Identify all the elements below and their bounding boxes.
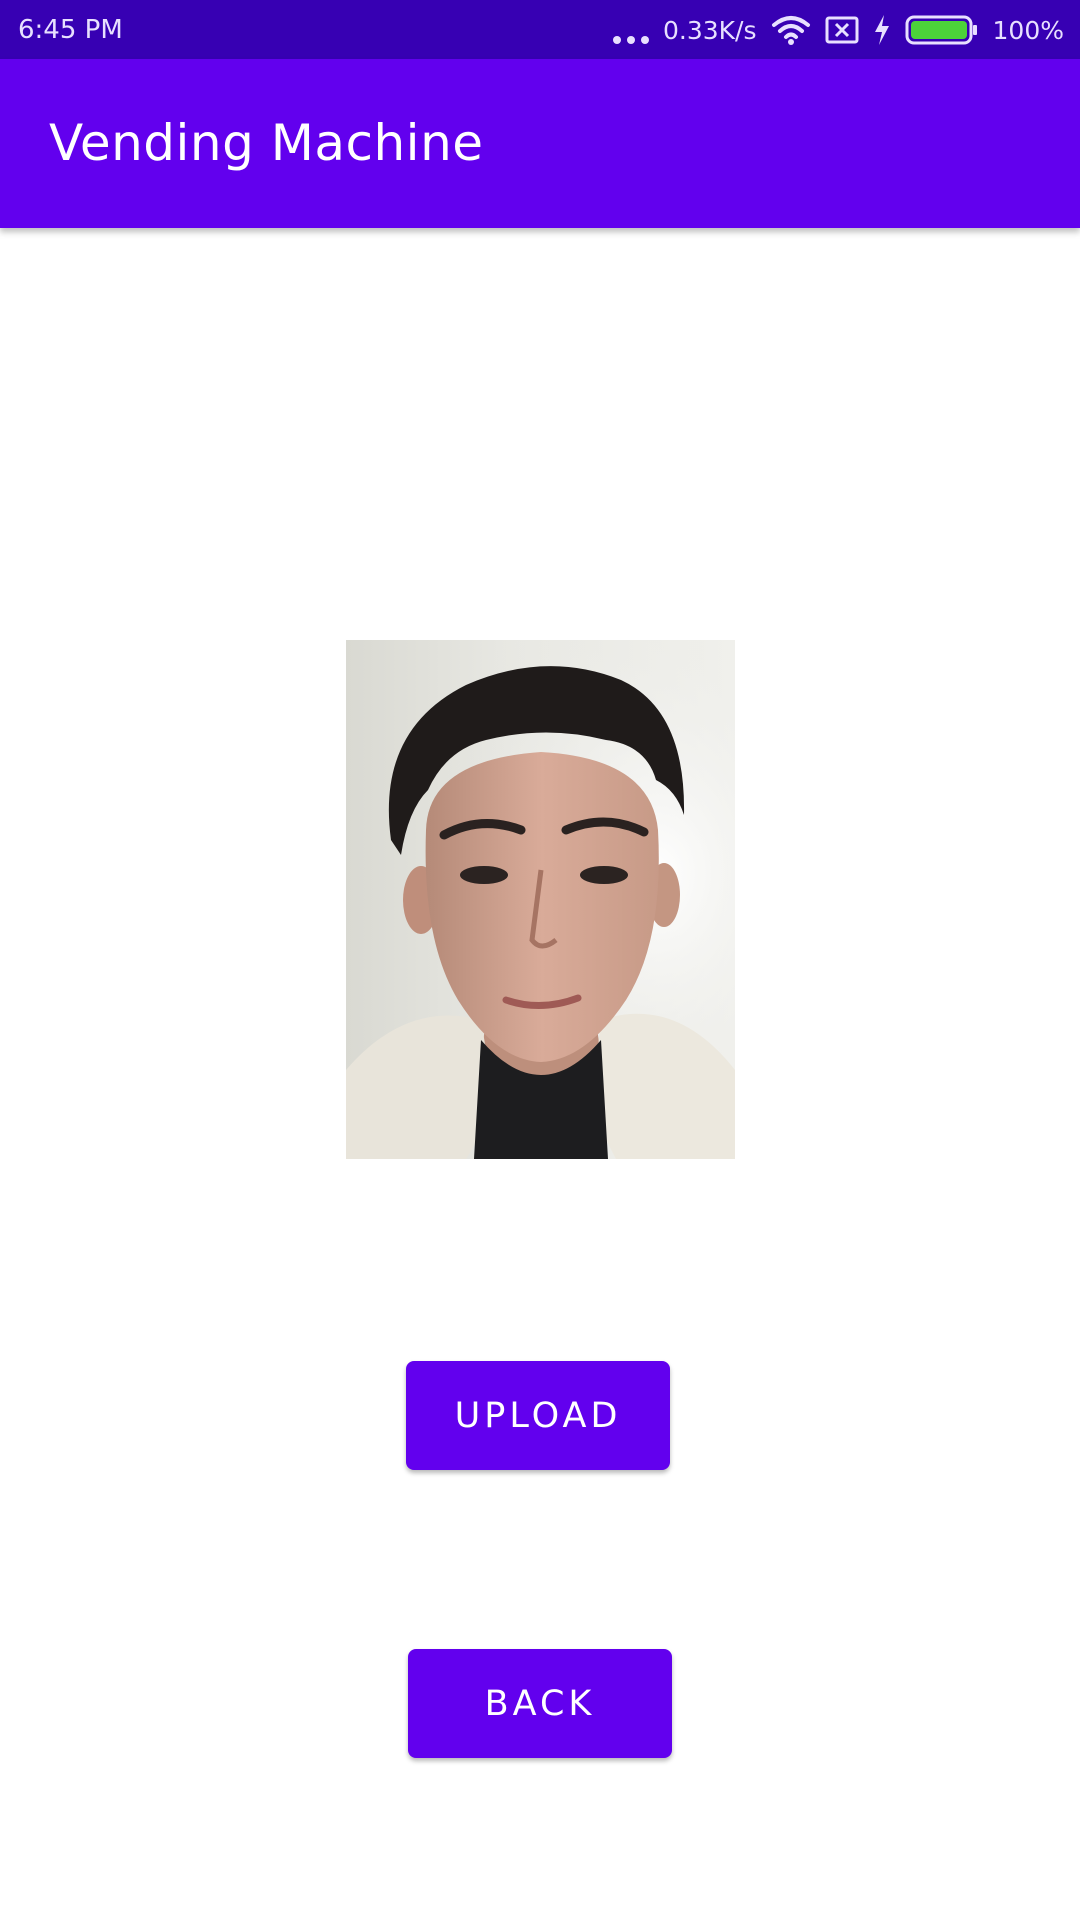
back-button[interactable]: BACK: [408, 1649, 672, 1758]
wifi-icon: [771, 16, 810, 45]
status-bar: 6:45 PM 0.33K/s 100%: [0, 0, 1080, 59]
more-dots-icon: [613, 14, 649, 46]
status-time: 6:45 PM: [18, 15, 123, 45]
screen: 6:45 PM 0.33K/s 100% Vending Machine UPL…: [0, 0, 1080, 1920]
network-speed: 0.33K/s: [663, 15, 757, 45]
status-icons: 0.33K/s 100%: [613, 10, 1064, 50]
battery-percent: 100%: [992, 15, 1064, 45]
battery-icon: [905, 15, 977, 45]
app-title: Vending Machine: [49, 114, 484, 172]
sim-blocked-icon: [825, 16, 859, 44]
upload-button[interactable]: UPLOAD: [406, 1361, 670, 1470]
app-bar: Vending Machine: [0, 59, 1080, 228]
charging-bolt-icon: [874, 15, 889, 45]
face-photo: [346, 640, 735, 1159]
face-photo-illustration: [346, 640, 735, 1159]
